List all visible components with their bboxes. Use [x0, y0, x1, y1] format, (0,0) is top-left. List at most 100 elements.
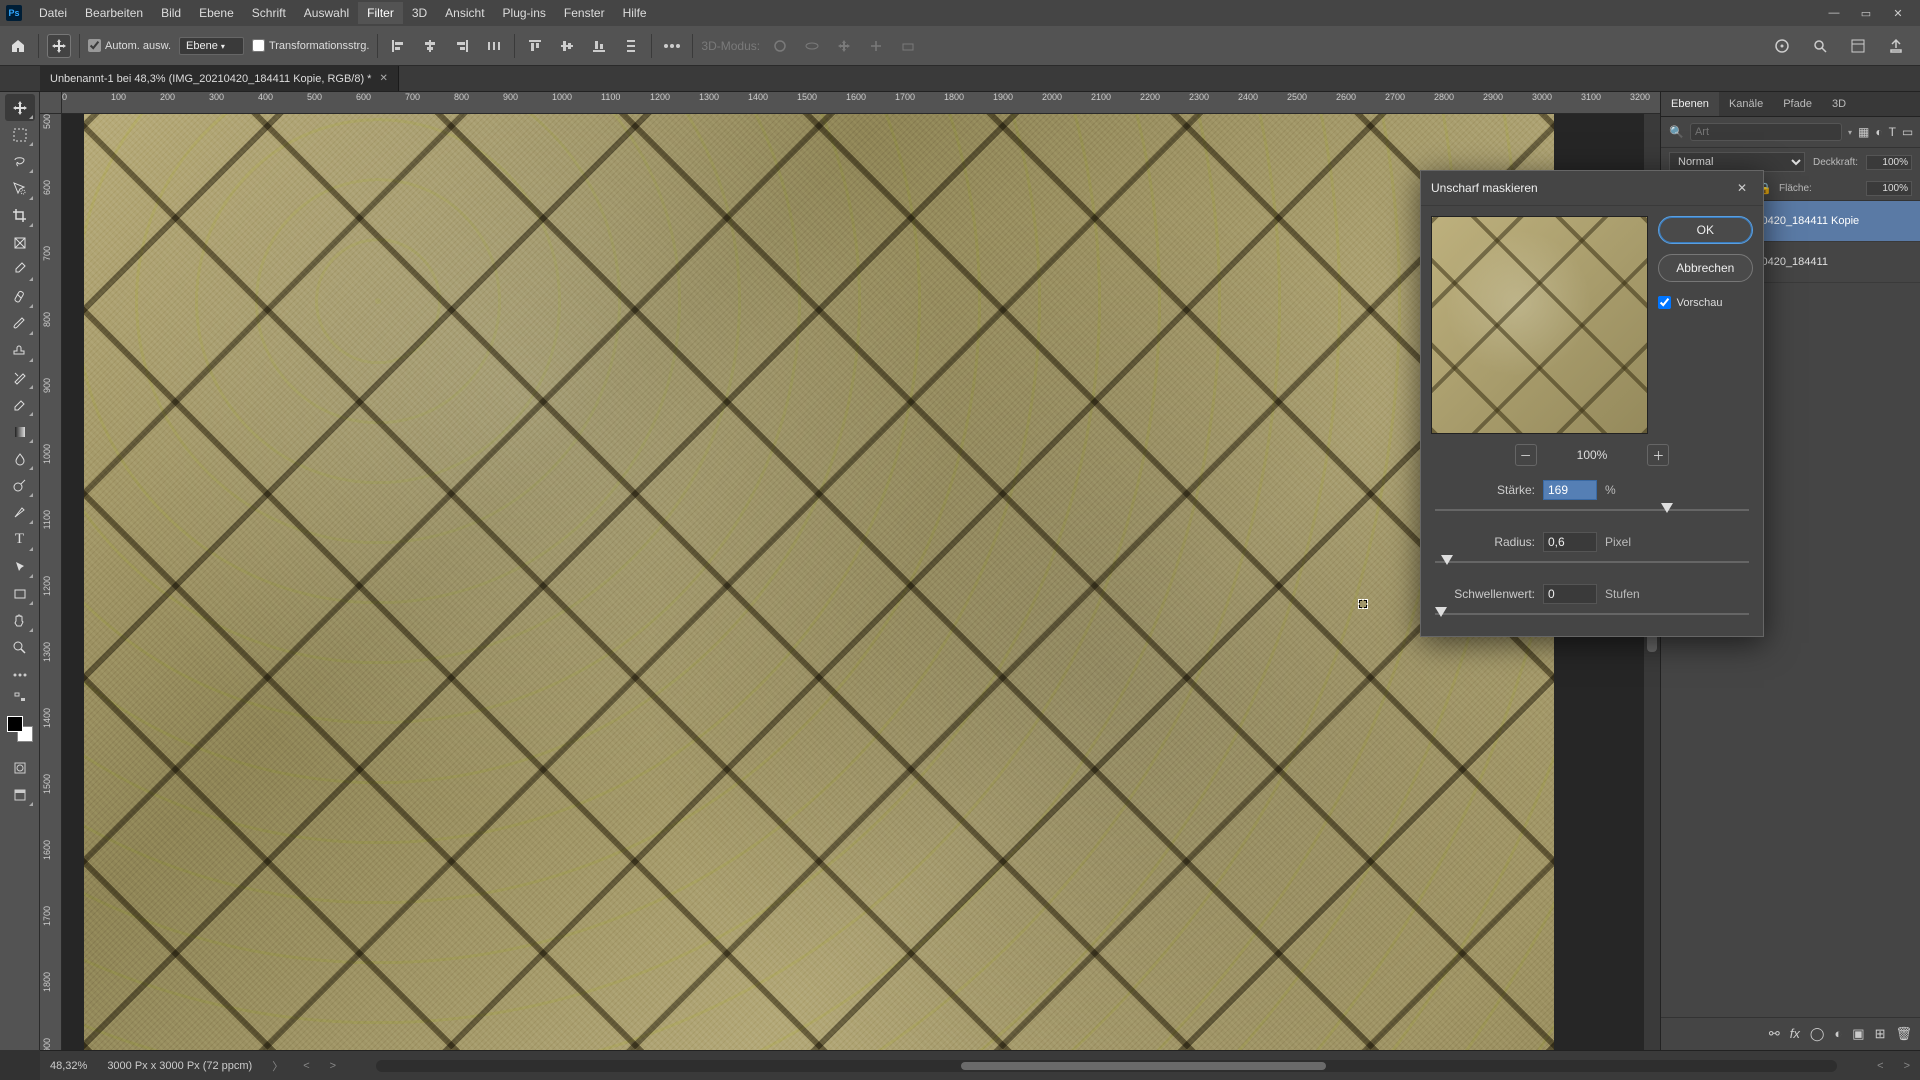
amount-input[interactable]: [1543, 480, 1597, 500]
color-swatches[interactable]: [7, 716, 33, 742]
align-top-icon[interactable]: [523, 34, 547, 58]
align-bottom-icon[interactable]: [587, 34, 611, 58]
eraser-tool[interactable]: [5, 391, 35, 418]
threshold-slider[interactable]: [1435, 606, 1749, 622]
adjustment-layer-icon[interactable]: ◐: [1834, 1026, 1842, 1042]
move-tool[interactable]: [5, 94, 35, 121]
zoom-tool[interactable]: [5, 634, 35, 661]
status-nav-right[interactable]: >: [330, 1060, 336, 1072]
pen-tool[interactable]: [5, 499, 35, 526]
menu-ebene[interactable]: Ebene: [190, 2, 243, 24]
horizontal-ruler[interactable]: 0100200300400500600700800900100011001200…: [62, 92, 1660, 114]
window-close-button[interactable]: ✕: [1882, 1, 1914, 25]
panel-tab-3d[interactable]: 3D: [1822, 92, 1856, 116]
auto-select-target-select[interactable]: Ebene ▾: [179, 37, 244, 55]
crop-tool[interactable]: [5, 202, 35, 229]
menu-hilfe[interactable]: Hilfe: [614, 2, 656, 24]
dodge-tool[interactable]: [5, 472, 35, 499]
align-vcenter-icon[interactable]: [555, 34, 579, 58]
filter-image-icon[interactable]: ▦: [1858, 123, 1869, 141]
auto-select-checkbox[interactable]: Autom. ausw.: [88, 39, 171, 52]
type-tool[interactable]: T: [5, 526, 35, 553]
layer-mask-icon[interactable]: ◯: [1810, 1026, 1825, 1042]
status-docinfo[interactable]: 3000 Px x 3000 Px (72 ppcm): [107, 1060, 252, 1072]
more-tools-icon[interactable]: [5, 661, 35, 688]
menu-plug-ins[interactable]: Plug-ins: [494, 2, 555, 24]
stamp-tool[interactable]: [5, 337, 35, 364]
menu-schrift[interactable]: Schrift: [243, 2, 295, 24]
document-tab[interactable]: Unbenannt-1 bei 48,3% (IMG_20210420_1844…: [40, 66, 399, 91]
align-left-icon[interactable]: [386, 34, 410, 58]
link-layers-icon[interactable]: ⚯: [1769, 1026, 1780, 1042]
menu-auswahl[interactable]: Auswahl: [295, 2, 358, 24]
radius-slider[interactable]: [1435, 554, 1749, 570]
dialog-preview[interactable]: [1431, 216, 1648, 434]
preview-checkbox[interactable]: Vorschau: [1658, 296, 1753, 309]
gradient-tool[interactable]: [5, 418, 35, 445]
menu-3d[interactable]: 3D: [403, 2, 436, 24]
lasso-tool[interactable]: [5, 148, 35, 175]
menu-filter[interactable]: Filter: [358, 2, 403, 24]
path-select-tool[interactable]: [5, 553, 35, 580]
dialog-close-icon[interactable]: ✕: [1731, 179, 1753, 197]
menu-ansicht[interactable]: Ansicht: [436, 2, 493, 24]
healing-tool[interactable]: [5, 283, 35, 310]
share-icon[interactable]: [1884, 34, 1908, 58]
layer-filter-input[interactable]: [1690, 123, 1842, 141]
fill-input[interactable]: [1866, 181, 1912, 196]
horizontal-scrollbar[interactable]: [376, 1060, 1837, 1072]
distribute-v-icon[interactable]: [619, 34, 643, 58]
quick-select-tool[interactable]: [5, 175, 35, 202]
zoom-out-button[interactable]: －: [1515, 444, 1537, 466]
layer-fx-icon[interactable]: fx: [1790, 1026, 1800, 1042]
filter-type-icon[interactable]: T: [1889, 123, 1896, 141]
more-options-icon[interactable]: [660, 34, 684, 58]
move-tool-icon[interactable]: [47, 34, 71, 58]
status-nav-left[interactable]: <: [303, 1060, 309, 1072]
frame-tool[interactable]: [5, 229, 35, 256]
menu-datei[interactable]: Datei: [30, 2, 76, 24]
screen-mode-icon[interactable]: [5, 781, 35, 808]
vertical-ruler[interactable]: 5006007008009001000110012001300140015001…: [40, 114, 62, 1050]
menu-fenster[interactable]: Fenster: [555, 2, 614, 24]
threshold-input[interactable]: [1543, 584, 1597, 604]
blend-mode-select[interactable]: Normal: [1669, 152, 1805, 172]
panel-tab-kanäle[interactable]: Kanäle: [1719, 92, 1773, 116]
workspace-icon[interactable]: [1846, 34, 1870, 58]
select-subject-icon[interactable]: [1770, 34, 1794, 58]
home-icon[interactable]: [6, 34, 30, 58]
distribute-h-icon[interactable]: [482, 34, 506, 58]
filter-shape-icon[interactable]: ▭: [1902, 123, 1913, 141]
transform-controls-checkbox[interactable]: Transformationsstrg.: [252, 39, 369, 52]
cancel-button[interactable]: Abbrechen: [1658, 254, 1753, 282]
rectangle-tool[interactable]: [5, 580, 35, 607]
new-layer-icon[interactable]: ⊞: [1875, 1026, 1886, 1042]
delete-layer-icon[interactable]: 🗑: [1895, 1026, 1912, 1042]
panel-tab-ebenen[interactable]: Ebenen: [1661, 92, 1719, 116]
filter-adjust-icon[interactable]: ◐: [1875, 123, 1882, 141]
hand-tool[interactable]: [5, 607, 35, 634]
zoom-in-button[interactable]: ＋: [1647, 444, 1669, 466]
amount-slider[interactable]: [1435, 502, 1749, 518]
align-right-icon[interactable]: [450, 34, 474, 58]
blur-tool[interactable]: [5, 445, 35, 472]
eyedropper-tool[interactable]: [5, 256, 35, 283]
panel-tab-pfade[interactable]: Pfade: [1773, 92, 1822, 116]
window-maximize-button[interactable]: ▭: [1850, 1, 1882, 25]
marquee-tool[interactable]: [5, 121, 35, 148]
search-icon[interactable]: [1808, 34, 1832, 58]
brush-tool[interactable]: [5, 310, 35, 337]
layer-group-icon[interactable]: ▣: [1852, 1026, 1864, 1042]
status-zoom[interactable]: 48,32%: [50, 1060, 87, 1072]
close-tab-icon[interactable]: ✕: [379, 73, 387, 84]
align-hcenter-icon[interactable]: [418, 34, 442, 58]
opacity-input[interactable]: [1866, 155, 1912, 170]
radius-input[interactable]: [1543, 532, 1597, 552]
edit-toolbar-icon[interactable]: [5, 688, 35, 706]
quick-mask-icon[interactable]: [5, 754, 35, 781]
menu-bild[interactable]: Bild: [152, 2, 190, 24]
ok-button[interactable]: OK: [1658, 216, 1753, 244]
window-minimize-button[interactable]: —: [1818, 1, 1850, 25]
menu-bearbeiten[interactable]: Bearbeiten: [76, 2, 152, 24]
history-brush-tool[interactable]: [5, 364, 35, 391]
